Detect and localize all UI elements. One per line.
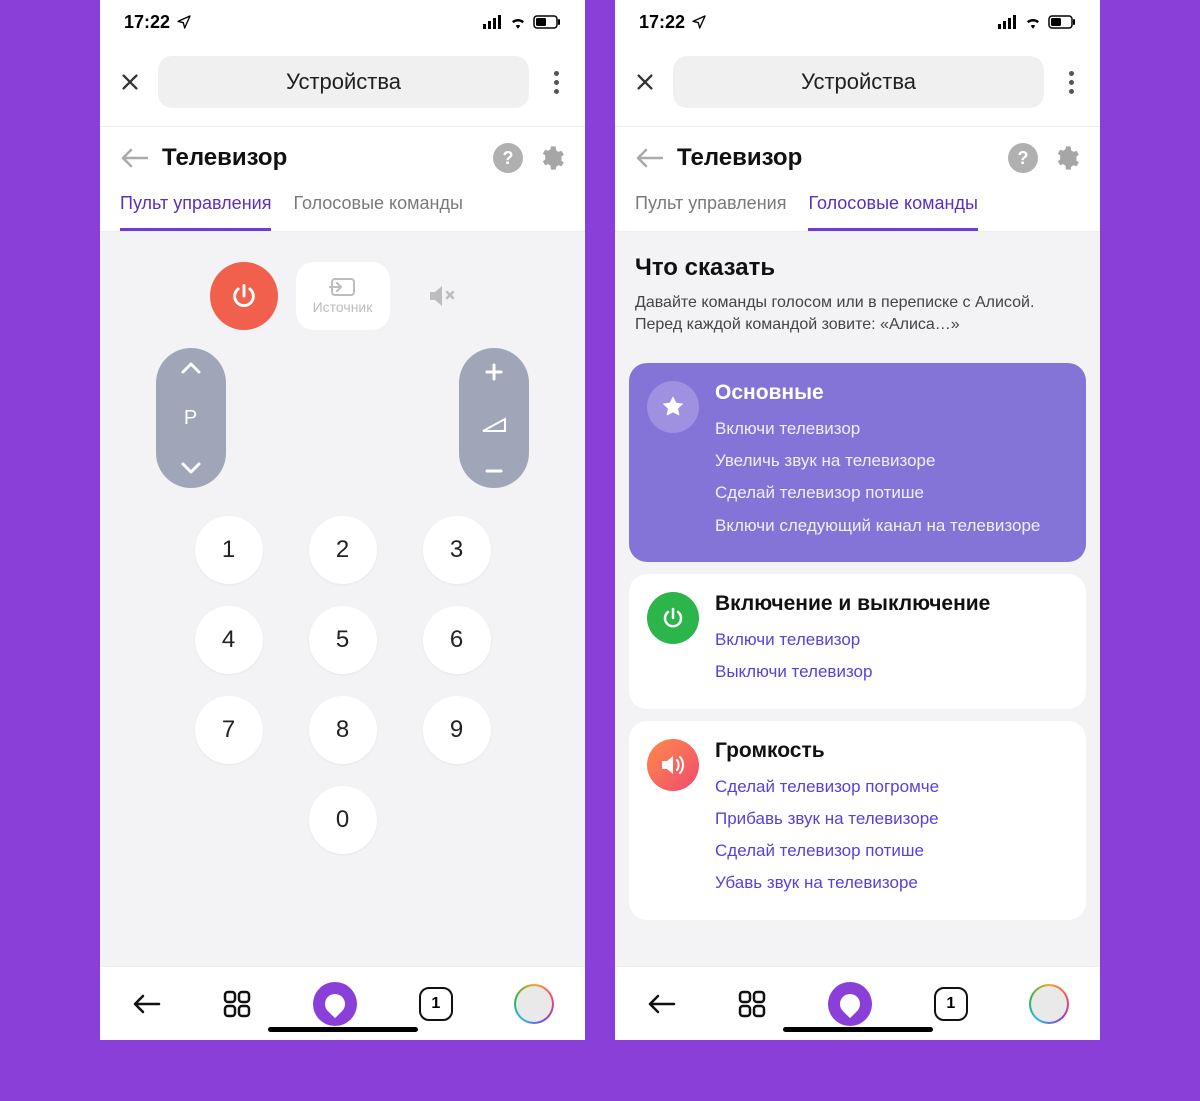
header-pill-label: Устройства bbox=[286, 69, 401, 95]
header: Устройства bbox=[615, 44, 1100, 127]
voice-card-title: Включение и выключение bbox=[715, 592, 1068, 616]
wifi-icon bbox=[1024, 15, 1042, 29]
channel-rocker[interactable]: P bbox=[156, 348, 226, 488]
numpad: 1 2 3 4 5 6 7 8 9 0 bbox=[100, 506, 585, 874]
battery-icon bbox=[1048, 15, 1076, 29]
nav-alice-icon[interactable] bbox=[828, 982, 872, 1026]
back-icon[interactable] bbox=[120, 148, 148, 168]
subheader: Телевизор ? bbox=[100, 127, 585, 181]
signal-icon bbox=[998, 15, 1018, 29]
voice-content: Что сказать Давайте команды голосом или … bbox=[615, 232, 1100, 966]
numpad-5[interactable]: 5 bbox=[309, 606, 377, 674]
voice-card-main[interactable]: Основные Включи телевизор Увеличь звук н… bbox=[629, 363, 1086, 562]
phone-voice: 17:22 Устройства Тел bbox=[615, 0, 1100, 1040]
signal-icon bbox=[483, 15, 503, 29]
voice-cmd: Прибавь звук на телевизоре bbox=[715, 803, 1068, 835]
header: Устройства bbox=[100, 44, 585, 127]
voice-cmd: Включи телевизор bbox=[715, 624, 1068, 656]
nav-tabs-icon[interactable]: 1 bbox=[934, 987, 968, 1021]
numpad-8[interactable]: 8 bbox=[309, 696, 377, 764]
power-icon bbox=[647, 592, 699, 644]
voice-card-volume[interactable]: Громкость Сделай телевизор погромче Приб… bbox=[629, 721, 1086, 920]
home-indicator[interactable] bbox=[268, 1027, 418, 1032]
overflow-menu-icon[interactable] bbox=[1058, 71, 1084, 94]
star-icon bbox=[647, 381, 699, 433]
nav-back-icon[interactable] bbox=[646, 993, 676, 1015]
header-pill-label: Устройства bbox=[801, 69, 916, 95]
voice-cmd: Выключи телевизор bbox=[715, 656, 1068, 688]
nav-apps-icon[interactable] bbox=[222, 989, 252, 1019]
tab-remote[interactable]: Пульт управления bbox=[120, 193, 271, 231]
status-time: 17:22 bbox=[639, 12, 685, 33]
help-icon[interactable]: ? bbox=[1008, 143, 1038, 173]
voice-subtitle: Давайте команды голосом или в переписке … bbox=[635, 292, 1080, 337]
numpad-0[interactable]: 0 bbox=[309, 786, 377, 854]
nav-profile-icon[interactable] bbox=[1029, 984, 1069, 1024]
page-title: Телевизор bbox=[677, 144, 994, 172]
tab-remote[interactable]: Пульт управления bbox=[635, 193, 786, 231]
page-title: Телевизор bbox=[162, 144, 479, 172]
volume-up-icon[interactable] bbox=[484, 362, 504, 382]
phone-remote: 17:22 Устройства Тел bbox=[100, 0, 585, 1040]
channel-down-icon[interactable] bbox=[181, 462, 201, 474]
voice-cmd: Сделай телевизор потише bbox=[715, 835, 1068, 867]
voice-cmd: Убавь звук на телевизоре bbox=[715, 867, 1068, 899]
location-icon bbox=[176, 14, 192, 30]
location-icon bbox=[691, 14, 707, 30]
wifi-icon bbox=[509, 15, 527, 29]
home-indicator[interactable] bbox=[783, 1027, 933, 1032]
numpad-3[interactable]: 3 bbox=[423, 516, 491, 584]
numpad-7[interactable]: 7 bbox=[195, 696, 263, 764]
tabs: Пульт управления Голосовые команды bbox=[100, 181, 585, 232]
header-pill[interactable]: Устройства bbox=[158, 56, 529, 108]
status-bar: 17:22 bbox=[615, 0, 1100, 44]
overflow-menu-icon[interactable] bbox=[543, 71, 569, 94]
voice-card-title: Основные bbox=[715, 381, 1068, 405]
gear-icon[interactable] bbox=[1052, 144, 1080, 172]
mute-button[interactable] bbox=[408, 262, 476, 330]
tab-voice[interactable]: Голосовые команды bbox=[293, 193, 462, 231]
nav-alice-icon[interactable] bbox=[313, 982, 357, 1026]
tabs: Пульт управления Голосовые команды bbox=[615, 181, 1100, 232]
channel-label: P bbox=[184, 407, 198, 430]
numpad-9[interactable]: 9 bbox=[423, 696, 491, 764]
voice-cmd: Увеличь звук на телевизоре bbox=[715, 445, 1068, 477]
source-button[interactable]: Источник bbox=[296, 262, 390, 330]
power-button[interactable] bbox=[210, 262, 278, 330]
volume-rocker[interactable] bbox=[459, 348, 529, 488]
voice-card-title: Громкость bbox=[715, 739, 1068, 763]
volume-icon bbox=[481, 417, 507, 433]
remote-content: Источник P 1 2 3 4 5 6 7 bbox=[100, 232, 585, 966]
nav-tabs-icon[interactable]: 1 bbox=[419, 987, 453, 1021]
battery-icon bbox=[533, 15, 561, 29]
nav-apps-icon[interactable] bbox=[737, 989, 767, 1019]
channel-up-icon[interactable] bbox=[181, 362, 201, 374]
speaker-icon bbox=[647, 739, 699, 791]
close-icon[interactable] bbox=[116, 68, 144, 96]
help-icon[interactable]: ? bbox=[493, 143, 523, 173]
back-icon[interactable] bbox=[635, 148, 663, 168]
close-icon[interactable] bbox=[631, 68, 659, 96]
nav-back-icon[interactable] bbox=[131, 993, 161, 1015]
voice-cmd: Включи следующий канал на телевизоре bbox=[715, 510, 1068, 542]
voice-card-power[interactable]: Включение и выключение Включи телевизор … bbox=[629, 574, 1086, 709]
voice-cmd: Сделай телевизор потише bbox=[715, 477, 1068, 509]
voice-cmd: Включи телевизор bbox=[715, 413, 1068, 445]
tab-voice[interactable]: Голосовые команды bbox=[808, 193, 977, 231]
voice-cmd: Сделай телевизор погромче bbox=[715, 771, 1068, 803]
nav-profile-icon[interactable] bbox=[514, 984, 554, 1024]
status-time: 17:22 bbox=[124, 12, 170, 33]
header-pill[interactable]: Устройства bbox=[673, 56, 1044, 108]
numpad-6[interactable]: 6 bbox=[423, 606, 491, 674]
gear-icon[interactable] bbox=[537, 144, 565, 172]
numpad-2[interactable]: 2 bbox=[309, 516, 377, 584]
numpad-1[interactable]: 1 bbox=[195, 516, 263, 584]
volume-down-icon[interactable] bbox=[484, 468, 504, 474]
voice-heading: Что сказать bbox=[635, 254, 1080, 282]
numpad-4[interactable]: 4 bbox=[195, 606, 263, 674]
status-bar: 17:22 bbox=[100, 0, 585, 44]
subheader: Телевизор ? bbox=[615, 127, 1100, 181]
source-label: Источник bbox=[313, 299, 373, 315]
